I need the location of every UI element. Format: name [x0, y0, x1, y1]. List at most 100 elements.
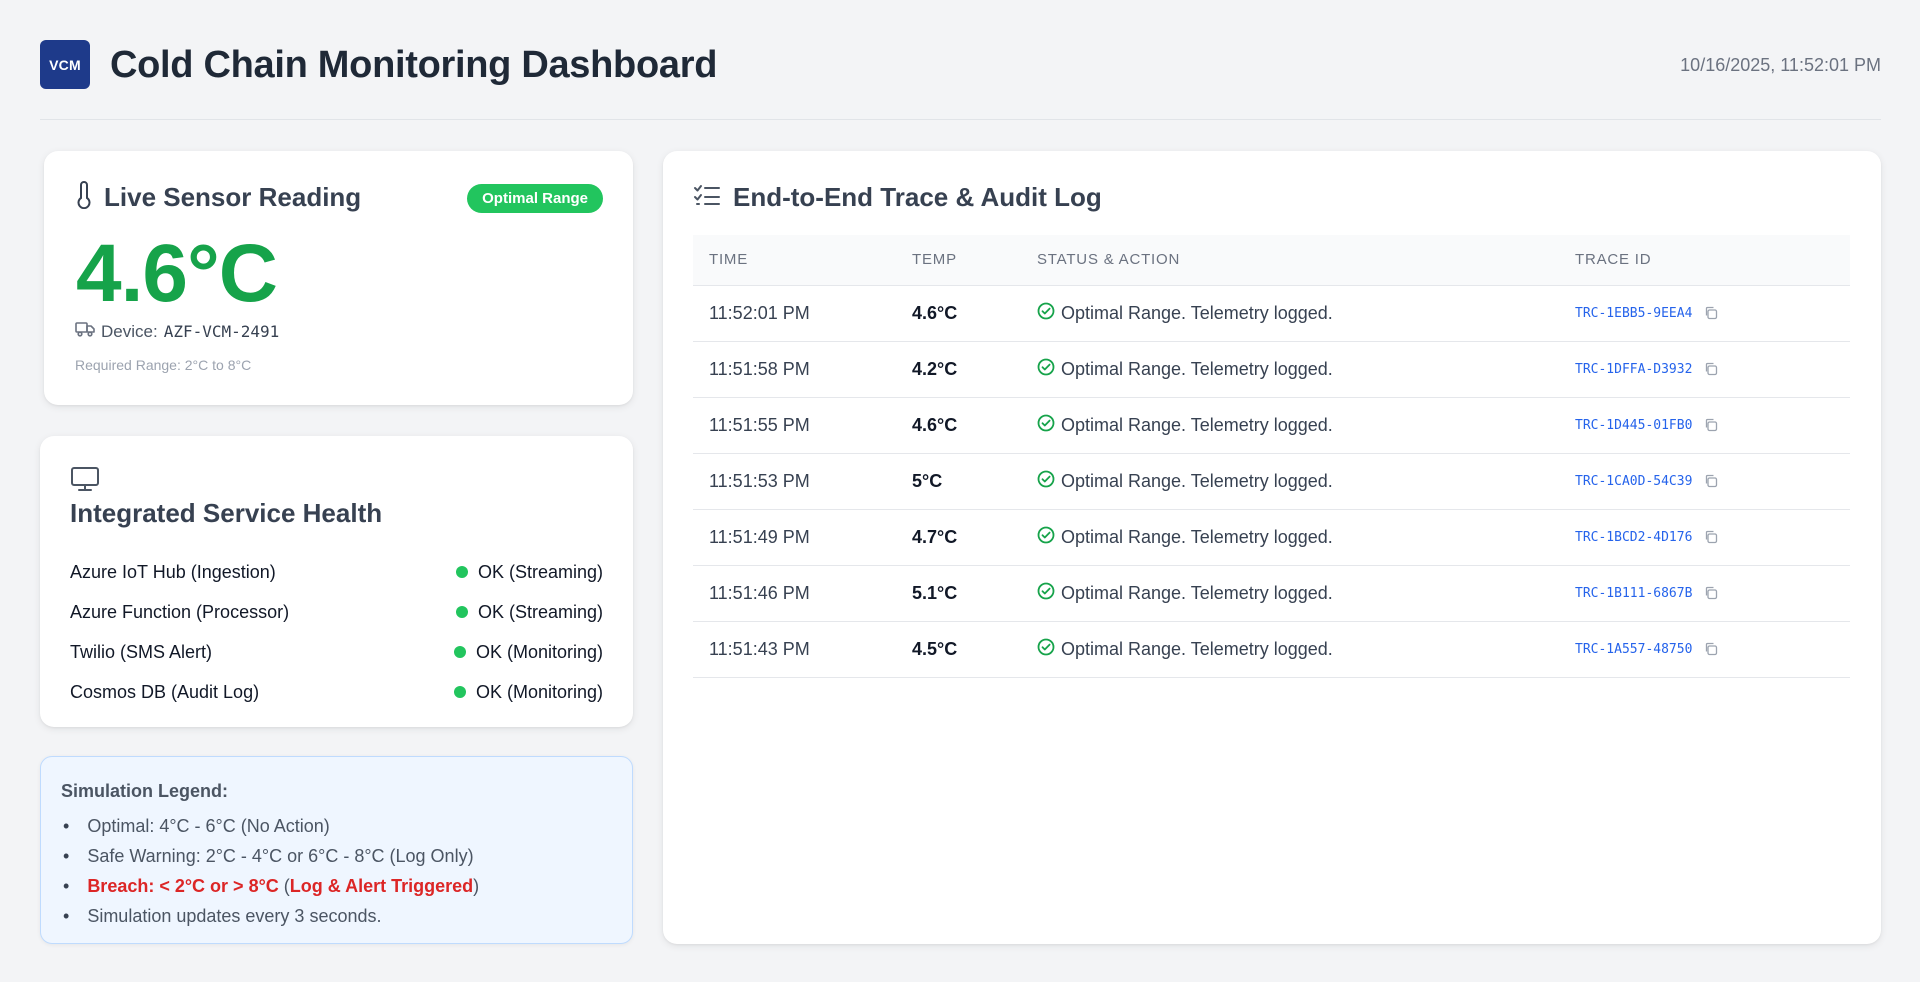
row-trace: TRC-1B111-6867B	[1559, 565, 1850, 622]
row-status-text: Optimal Range. Telemetry logged.	[1061, 414, 1333, 435]
row-temp: 4.6°C	[896, 397, 1021, 454]
row-temp: 4.2°C	[896, 341, 1021, 398]
check-circle-icon	[1037, 526, 1055, 549]
audit-log-title: End-to-End Trace & Audit Log	[733, 182, 1102, 212]
table-row: 11:52:01 PM 4.6°C Optimal Range. Telemetry…	[693, 285, 1850, 342]
row-status-text: Optimal Range. Telemetry logged.	[1061, 302, 1333, 323]
row-status-text: Optimal Range. Telemetry logged.	[1061, 470, 1333, 491]
service-health-card: Integrated Service Health Azure IoT Hub …	[40, 436, 633, 727]
truck-icon	[75, 321, 95, 342]
row-time: 11:51:46 PM	[693, 565, 896, 622]
status-dot	[455, 566, 468, 578]
legend-list: Optimal: 4°C - 6°C (No Action) Safe Warn…	[61, 811, 479, 931]
service-status: OK (Streaming)	[455, 601, 603, 623]
copy-icon[interactable]	[1704, 362, 1718, 376]
sensor-title-row: Live Sensor Reading	[76, 181, 361, 214]
row-time: 11:51:55 PM	[693, 397, 896, 454]
row-status-text: Optimal Range. Telemetry logged.	[1061, 582, 1333, 603]
status-badge: Optimal Range	[467, 184, 603, 213]
device-id: AZF-VCM-2491	[163, 322, 280, 341]
device-row: Device: AZF-VCM-2491	[75, 321, 279, 342]
device-label: Device:	[101, 321, 158, 341]
service-name: Azure IoT Hub (Ingestion)	[70, 561, 276, 582]
check-circle-icon	[1037, 414, 1055, 437]
row-time: 11:51:49 PM	[693, 509, 896, 566]
copy-icon[interactable]	[1704, 586, 1718, 600]
breach-range: Breach: < 2°C or > 8°C	[87, 876, 279, 896]
row-status: Optimal Range. Telemetry logged.	[1021, 621, 1559, 678]
check-circle-icon	[1037, 358, 1055, 381]
service-row: Azure IoT Hub (Ingestion) OK (Streaming)	[70, 552, 603, 592]
row-time: 11:52:01 PM	[693, 285, 896, 342]
check-circle-icon	[1037, 638, 1055, 661]
audit-log-table: TIME TEMP STATUS & ACTION TRACE ID 11:52…	[693, 235, 1850, 678]
row-temp: 4.6°C	[896, 285, 1021, 342]
checklist-icon	[693, 183, 721, 212]
row-trace: TRC-1A557-48750	[1559, 621, 1850, 678]
copy-icon[interactable]	[1704, 530, 1718, 544]
service-name: Cosmos DB (Audit Log)	[70, 681, 260, 702]
trace-id: TRC-1B111-6867B	[1575, 585, 1693, 601]
row-trace: TRC-1EBB5-9EEA4	[1559, 285, 1850, 342]
legend-item: Optimal: 4°C - 6°C (No Action)	[61, 811, 479, 841]
service-status: OK (Monitoring)	[453, 641, 603, 663]
copy-icon[interactable]	[1704, 418, 1718, 432]
row-status: Optimal Range. Telemetry logged.	[1021, 565, 1559, 622]
table-row: 11:51:43 PM 4.5°C Optimal Range. Telemetry…	[693, 621, 1850, 678]
service-row: Twilio (SMS Alert) OK (Monitoring)	[70, 632, 603, 672]
row-status: Optimal Range. Telemetry logged.	[1021, 509, 1559, 566]
service-status-text: OK (Monitoring)	[475, 641, 603, 662]
copy-icon[interactable]	[1704, 642, 1718, 656]
breach-close: )	[473, 876, 480, 896]
status-dot	[453, 686, 466, 698]
page-header: VCM Cold Chain Monitoring Dashboard 10/1…	[40, 0, 1881, 120]
row-trace: TRC-1DFFA-D3932	[1559, 341, 1850, 398]
status-dot	[455, 606, 468, 618]
service-row: Azure Function (Processor) OK (Streaming…	[70, 592, 603, 632]
column-header-time: TIME	[693, 235, 896, 286]
row-temp: 4.5°C	[896, 621, 1021, 678]
column-header-trace-id: TRACE ID	[1559, 235, 1850, 286]
row-status: Optimal Range. Telemetry logged.	[1021, 341, 1559, 398]
service-status-text: OK (Streaming)	[477, 601, 603, 622]
breach-open: (	[278, 876, 290, 896]
row-status: Optimal Range. Telemetry logged.	[1021, 397, 1559, 454]
check-circle-icon	[1037, 582, 1055, 605]
row-status: Optimal Range. Telemetry logged.	[1021, 453, 1559, 510]
service-status-text: OK (Streaming)	[477, 561, 603, 582]
status-dot	[453, 646, 466, 658]
sensor-title: Live Sensor Reading	[104, 182, 362, 212]
row-trace: TRC-1D445-01FB0	[1559, 397, 1850, 454]
live-sensor-card: Live Sensor Reading Optimal Range 4.6°C …	[44, 151, 633, 405]
row-trace: TRC-1CA0D-54C39	[1559, 453, 1850, 510]
service-row: Cosmos DB (Audit Log) OK (Monitoring)	[70, 672, 603, 712]
row-trace: TRC-1BCD2-4D176	[1559, 509, 1850, 566]
legend-item-breach: Breach: < 2°C or > 8°C (Log & Alert Trig…	[61, 871, 479, 901]
service-name: Twilio (SMS Alert)	[70, 641, 213, 662]
column-header-status: STATUS & ACTION	[1021, 235, 1559, 286]
current-timestamp: 10/16/2025, 11:52:01 PM	[1680, 55, 1881, 75]
check-circle-icon	[1037, 470, 1055, 493]
copy-icon[interactable]	[1704, 474, 1718, 488]
row-time: 11:51:43 PM	[693, 621, 896, 678]
legend-item: Simulation updates every 3 seconds.	[61, 901, 479, 931]
row-temp: 4.7°C	[896, 509, 1021, 566]
table-row: 11:51:49 PM 4.7°C Optimal Range. Telemetry…	[693, 509, 1850, 566]
row-status-text: Optimal Range. Telemetry logged.	[1061, 358, 1333, 379]
row-status-text: Optimal Range. Telemetry logged.	[1061, 638, 1333, 659]
table-row: 11:51:55 PM 4.6°C Optimal Range. Telemetry…	[693, 397, 1850, 454]
service-status-text: OK (Monitoring)	[475, 681, 603, 702]
breach-action: Log & Alert Triggered	[289, 876, 474, 896]
trace-id: TRC-1A557-48750	[1575, 641, 1693, 657]
trace-id: TRC-1EBB5-9EEA4	[1575, 305, 1693, 321]
copy-icon[interactable]	[1704, 306, 1718, 320]
service-list: Azure IoT Hub (Ingestion) OK (Streaming)…	[70, 552, 603, 712]
audit-log-title-row: End-to-End Trace & Audit Log	[693, 182, 1102, 213]
monitor-icon	[70, 466, 100, 497]
row-status: Optimal Range. Telemetry logged.	[1021, 285, 1559, 342]
table-header-row: TIME TEMP STATUS & ACTION TRACE ID	[693, 235, 1850, 286]
column-header-temp: TEMP	[896, 235, 1021, 286]
check-circle-icon	[1037, 302, 1055, 325]
simulation-legend: Simulation Legend: Optimal: 4°C - 6°C (N…	[40, 756, 633, 944]
service-name: Azure Function (Processor)	[70, 601, 290, 622]
